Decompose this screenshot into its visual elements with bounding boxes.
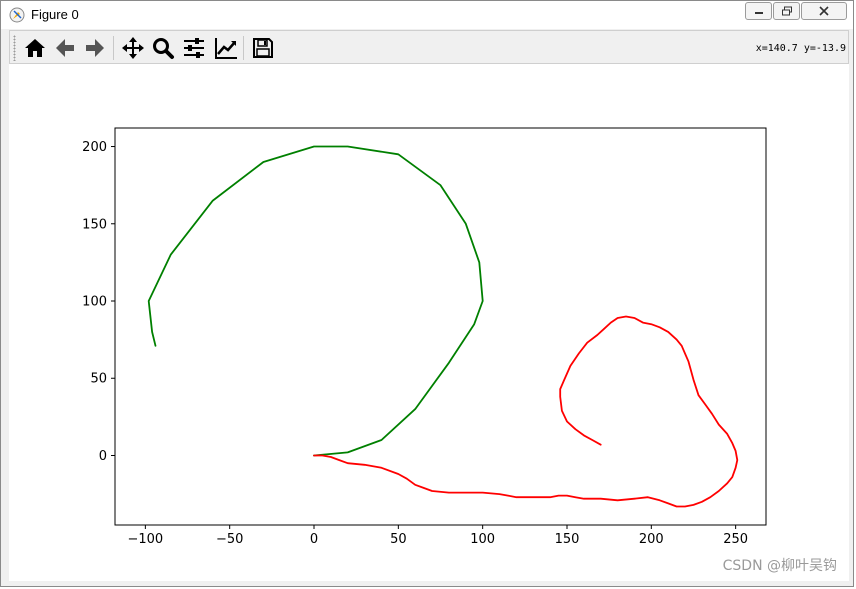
- magnifier-icon: [153, 38, 174, 59]
- arrow-left-icon: [56, 39, 74, 57]
- x-tick-label: 250: [723, 532, 748, 547]
- navigation-toolbar: x=140.7 y=-13.9: [9, 30, 849, 64]
- x-tick-label: −50: [216, 532, 243, 547]
- figure-window: Figure 0 x=140.7 y=-13.9 −100 −50 0 50 1…: [0, 0, 854, 587]
- minimize-icon: [754, 12, 763, 14]
- y-tick-label: 50: [90, 372, 107, 387]
- arrow-right-icon: [86, 39, 104, 57]
- configure-subplots-button[interactable]: [181, 35, 207, 61]
- save-button[interactable]: [250, 35, 276, 61]
- floppy-disk-icon: [253, 38, 273, 58]
- minimize-button[interactable]: [745, 2, 772, 20]
- home-icon: [25, 39, 45, 57]
- watermark-text: CSDN @柳叶吴钩: [722, 558, 837, 574]
- pan-button[interactable]: [120, 35, 146, 61]
- close-button[interactable]: [801, 2, 847, 20]
- close-icon: [819, 6, 829, 16]
- move-icon: [122, 37, 144, 59]
- plot-svg[interactable]: −100 −50 0 50 100 150 200 250 0 50 100 150 200: [9, 64, 849, 581]
- x-tick-label: 50: [390, 532, 407, 547]
- axes-frame: [114, 127, 767, 526]
- forward-button[interactable]: [82, 35, 108, 61]
- y-tick-label: 200: [82, 140, 107, 155]
- y-tick-label: 0: [99, 449, 107, 464]
- edit-axis-button[interactable]: [213, 35, 239, 61]
- x-tick-label: 200: [639, 532, 664, 547]
- restore-button[interactable]: [773, 2, 800, 20]
- toolbar-separator: [243, 36, 244, 60]
- toolbar-separator: [113, 36, 114, 60]
- x-tick-label: −100: [127, 532, 163, 547]
- y-tick-label: 150: [82, 217, 107, 232]
- figure-canvas[interactable]: −100 −50 0 50 100 150 200 250 0 50 100 150 200 CSDN …: [9, 64, 849, 581]
- zoom-button[interactable]: [150, 35, 176, 61]
- home-button[interactable]: [22, 35, 48, 61]
- app-icon: [9, 7, 25, 23]
- sliders-icon: [184, 38, 204, 58]
- toolbar-grip[interactable]: [13, 35, 16, 61]
- coordinates-readout: x=140.7 y=-13.9: [755, 43, 846, 54]
- y-tick-label: 100: [82, 295, 107, 310]
- window-controls: [744, 2, 847, 20]
- x-tick-label: 100: [470, 532, 495, 547]
- restore-icon: [781, 6, 792, 16]
- x-tick-label: 150: [555, 532, 580, 547]
- x-tick-label: 0: [310, 532, 318, 547]
- line-chart-icon: [215, 38, 237, 59]
- window-title: Figure 0: [31, 7, 79, 22]
- back-button[interactable]: [52, 35, 78, 61]
- title-bar[interactable]: Figure 0: [1, 1, 853, 29]
